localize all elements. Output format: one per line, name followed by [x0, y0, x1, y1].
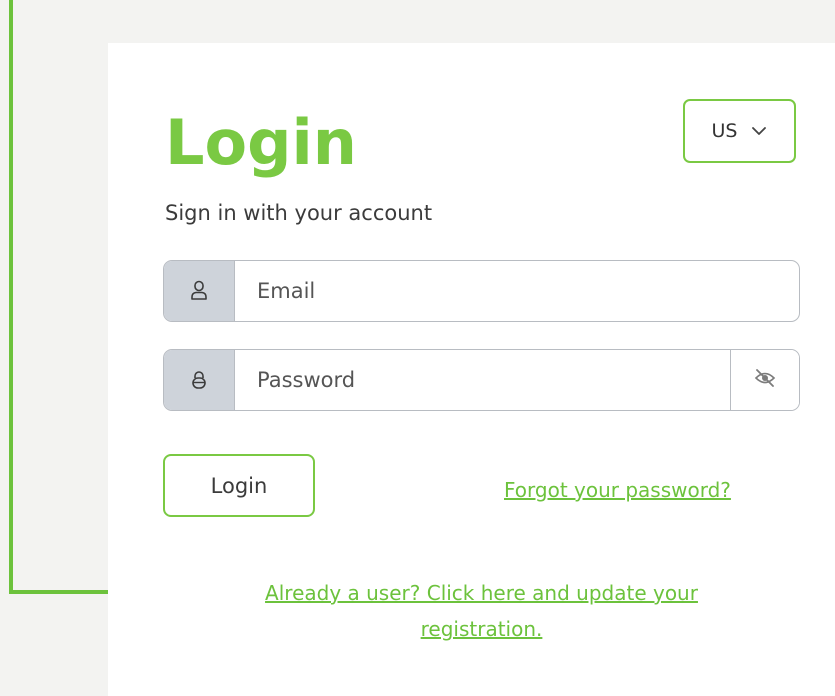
email-input[interactable]: [235, 261, 799, 321]
annotation-line-vertical: [9, 0, 13, 594]
page-subtitle: Sign in with your account: [165, 201, 433, 225]
eye-off-icon: [754, 368, 776, 392]
page-title: Login: [165, 106, 357, 179]
password-visibility-toggle[interactable]: [730, 350, 799, 410]
language-select[interactable]: US: [683, 99, 796, 163]
login-card: Login US Sign in with your account Email…: [108, 43, 835, 696]
login-button[interactable]: Login: [163, 454, 315, 517]
update-registration-link[interactable]: Already a user? Click here and update yo…: [216, 575, 747, 647]
email-field-group: [163, 260, 800, 322]
language-select-value: US: [711, 120, 738, 142]
password-field-group: [163, 349, 800, 411]
lock-icon: [164, 350, 235, 410]
chevron-down-icon: [751, 126, 767, 136]
password-input[interactable]: [235, 350, 730, 410]
forgot-password-link[interactable]: Forgot your password?: [504, 478, 731, 502]
user-icon: [164, 261, 235, 321]
